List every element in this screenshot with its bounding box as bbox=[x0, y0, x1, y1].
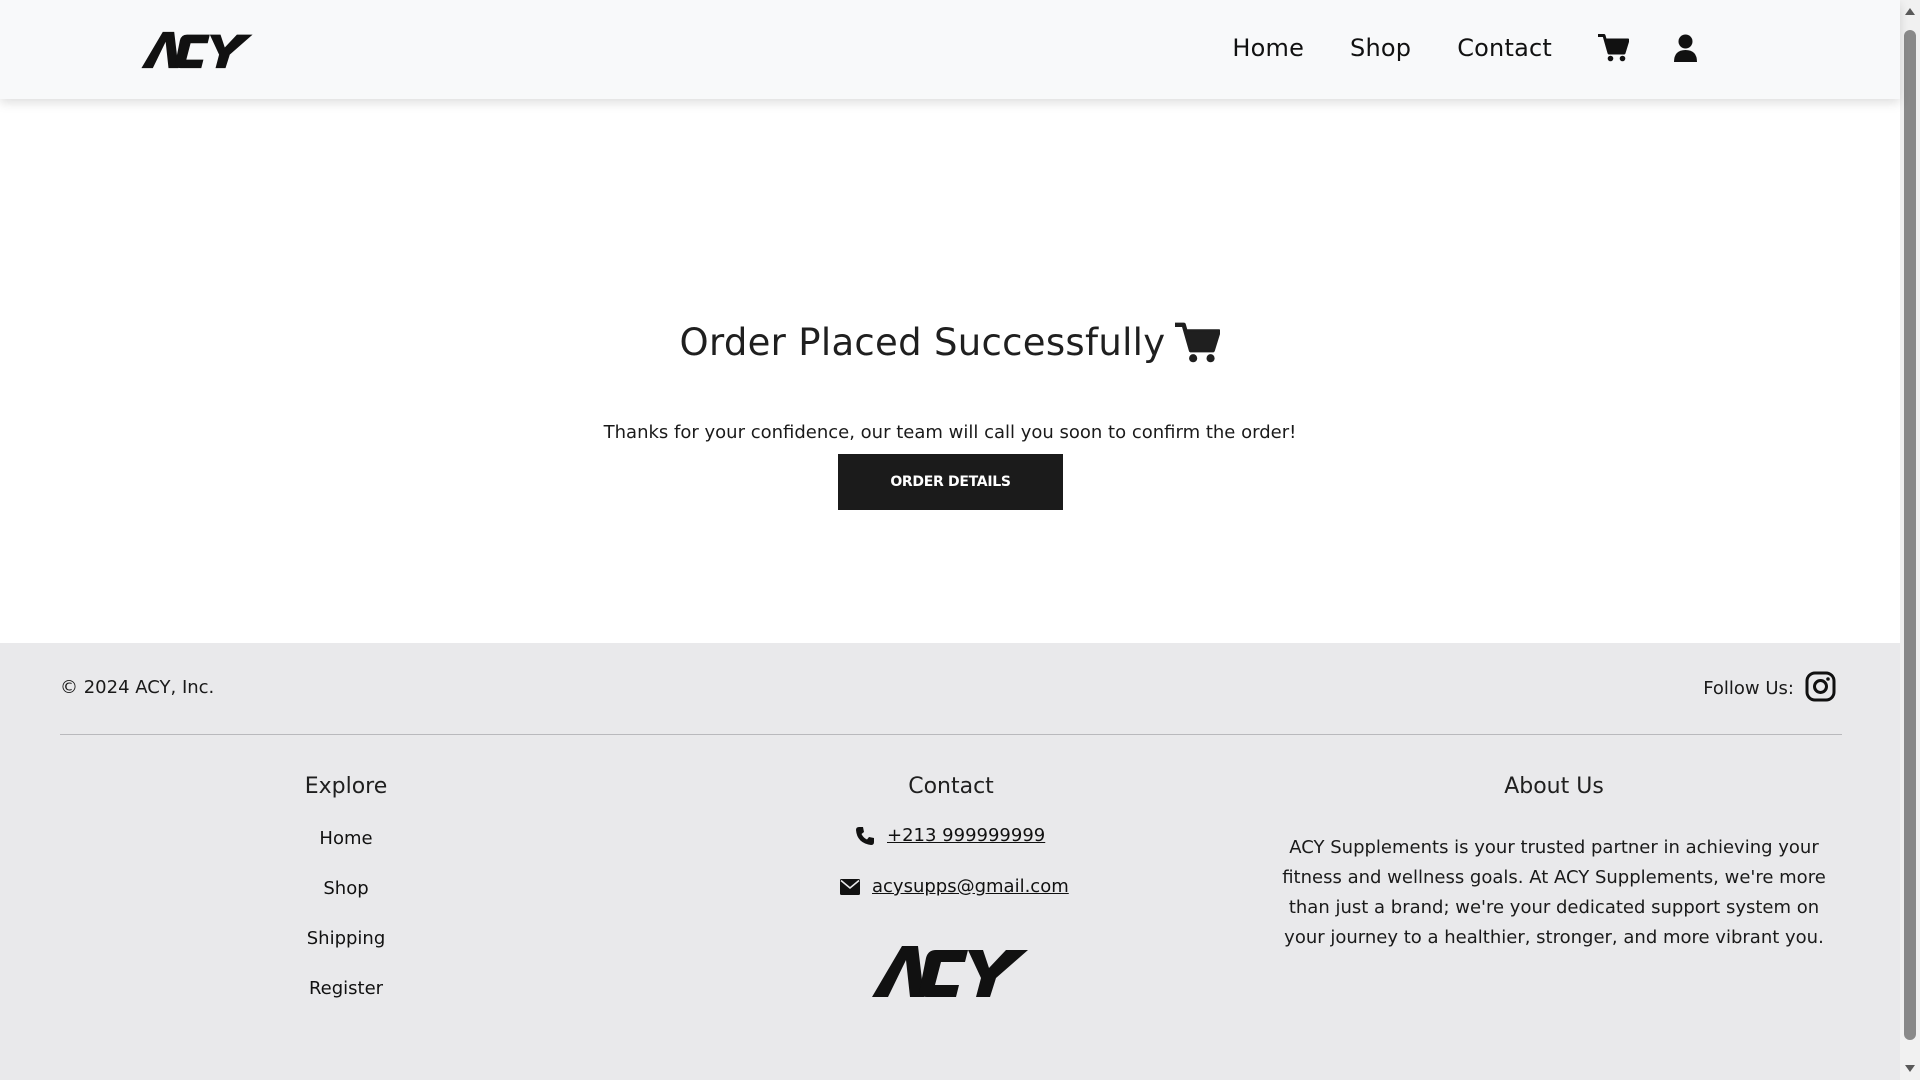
site-footer: © 2024 ACY, Inc. Follow Us: Explore Home… bbox=[0, 643, 1900, 1080]
email-line: acysupps@gmail.com bbox=[840, 876, 1069, 897]
footer-link-register[interactable]: Register bbox=[246, 978, 446, 999]
phone-icon bbox=[856, 826, 874, 845]
cart-icon[interactable] bbox=[1598, 34, 1629, 62]
contact-heading: Contact bbox=[908, 774, 994, 799]
order-success-section: Order Placed Successfully Thanks for you… bbox=[0, 99, 1900, 643]
follow-us-label: Follow Us: bbox=[1703, 678, 1794, 699]
acy-footer-logo bbox=[872, 946, 1028, 997]
about-text: ACY Supplements is your trusted partner … bbox=[1282, 837, 1826, 948]
footer-divider bbox=[60, 734, 1842, 735]
phone-link[interactable]: +213 999999999 bbox=[887, 825, 1045, 846]
envelope-icon bbox=[840, 878, 860, 895]
vertical-scrollbar[interactable] bbox=[1900, 0, 1920, 1080]
follow-us: Follow Us: bbox=[1703, 671, 1836, 706]
cart-icon bbox=[1175, 322, 1221, 362]
phone-line: +213 999999999 bbox=[855, 825, 1045, 846]
copyright-text: © 2024 ACY, Inc. bbox=[60, 677, 215, 698]
scroll-up-arrow[interactable] bbox=[1905, 8, 1915, 15]
footer-link-home[interactable]: Home bbox=[246, 828, 446, 849]
page: Home Shop Contact Order Placed Successfu… bbox=[0, 0, 1900, 1080]
acy-logo[interactable] bbox=[140, 30, 254, 70]
scroll-down-arrow[interactable] bbox=[1905, 1065, 1915, 1072]
about-heading: About Us bbox=[1504, 774, 1604, 799]
instagram-icon[interactable] bbox=[1805, 671, 1836, 706]
title-row: Order Placed Successfully bbox=[0, 321, 1900, 364]
main-nav: Home Shop Contact bbox=[1232, 26, 1698, 70]
footer-link-shop[interactable]: Shop bbox=[246, 878, 446, 899]
scrollbar-thumb[interactable] bbox=[1904, 30, 1916, 1040]
nav-contact-link[interactable]: Contact bbox=[1457, 34, 1552, 62]
top-navbar: Home Shop Contact bbox=[0, 0, 1900, 99]
nav-home-link[interactable]: Home bbox=[1232, 34, 1304, 62]
footer-link-shipping[interactable]: Shipping bbox=[246, 928, 446, 949]
email-link[interactable]: acysupps@gmail.com bbox=[872, 876, 1069, 897]
explore-heading: Explore bbox=[304, 774, 388, 799]
order-details-button[interactable]: ORDER DETAILS bbox=[838, 454, 1063, 510]
confirmation-message: Thanks for your confidence, our team wil… bbox=[603, 422, 1297, 443]
nav-shop-link[interactable]: Shop bbox=[1350, 34, 1411, 62]
page-title: Order Placed Successfully bbox=[679, 321, 1166, 364]
user-icon[interactable] bbox=[1673, 34, 1698, 62]
